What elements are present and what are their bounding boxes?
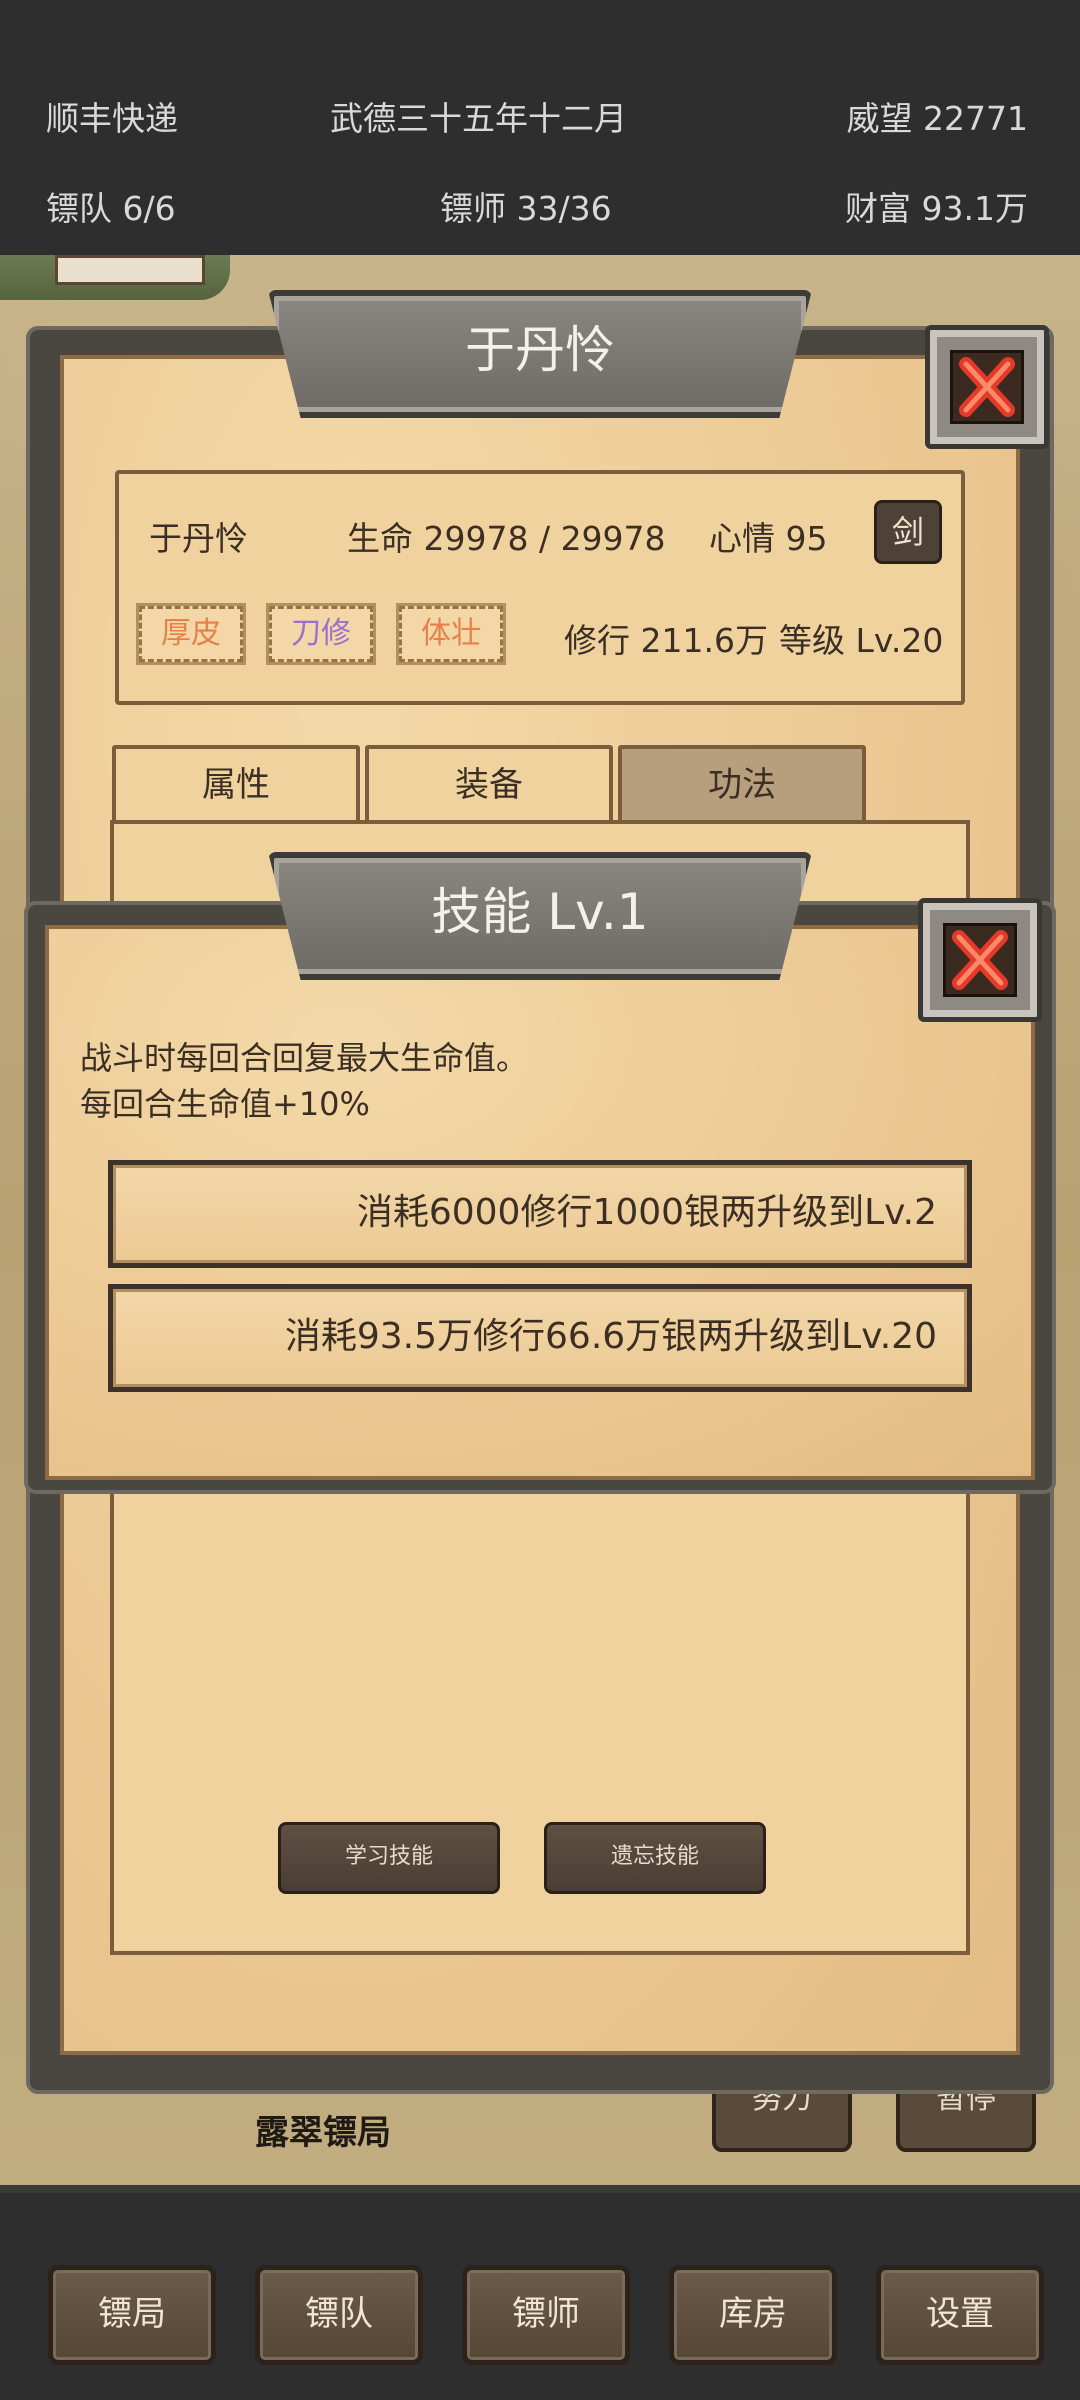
skill-popup-close-button[interactable] — [918, 898, 1042, 1022]
upgrade-next-level-button[interactable]: 消耗6000修行1000银两升级到Lv.2 — [108, 1160, 972, 1268]
teams-count: 镖队 6/6 — [46, 189, 176, 228]
guard-name: 于丹怜 — [149, 519, 248, 558]
forget-skill-button[interactable]: 遗忘技能 — [544, 1822, 766, 1894]
nav-escort-bureau[interactable]: 镖局 — [48, 2265, 216, 2365]
tab-skills[interactable]: 功法 — [618, 745, 866, 825]
skill-description-line: 每回合生命值+10% — [80, 1085, 370, 1123]
guard-window-title: 于丹怜 — [268, 290, 812, 418]
trait-tag[interactable]: 体壮 — [396, 603, 506, 665]
bottom-nav: 镖局 镖队 镖师 库房 设置 — [0, 2185, 1080, 2400]
weapon-sword-button[interactable]: 剑 — [874, 500, 942, 564]
trait-tag[interactable]: 刀修 — [266, 603, 376, 665]
map-building — [0, 255, 230, 300]
tab-attributes[interactable]: 属性 — [112, 745, 360, 825]
wealth-value: 财富 93.1万 — [845, 189, 1028, 228]
prestige-value: 威望 22771 — [846, 99, 1028, 138]
skill-description-line: 战斗时每回合回复最大生命值。 — [80, 1039, 529, 1077]
skill-description: 战斗时每回合回复最大生命值。 每回合生命值+10% — [80, 1035, 528, 1127]
guard-info-card: 于丹怜 生命 29978 / 29978 心情 95 剑 厚皮 刀修 体壮 修行… — [115, 470, 965, 705]
guards-count: 镖师 33/36 — [440, 189, 612, 228]
close-icon — [952, 930, 1008, 990]
learn-skill-button[interactable]: 学习技能 — [278, 1822, 500, 1894]
guard-cultivation: 修行 211.6万 — [564, 621, 768, 660]
company-name: 顺丰快递 — [46, 99, 178, 138]
upgrade-max-level-button[interactable]: 消耗93.5万修行66.6万银两升级到Lv.20 — [108, 1284, 972, 1392]
skill-popup-title: 技能 Lv.1 — [268, 852, 812, 980]
status-bar: 顺丰快递 武德三十五年十二月 威望 22771 镖队 6/6 镖师 33/36 … — [0, 0, 1080, 255]
close-icon — [959, 357, 1015, 417]
guard-mood: 心情 95 — [709, 519, 828, 558]
nav-settings[interactable]: 设置 — [876, 2265, 1044, 2365]
guard-life: 生命 29978 / 29978 — [347, 519, 666, 558]
trait-tag[interactable]: 厚皮 — [136, 603, 246, 665]
nav-escort-team[interactable]: 镖队 — [255, 2265, 423, 2365]
nav-escort-guards[interactable]: 镖师 — [462, 2265, 630, 2365]
game-date: 武德三十五年十二月 — [330, 99, 627, 138]
nav-warehouse[interactable]: 库房 — [669, 2265, 837, 2365]
guard-level: 等级 Lv.20 — [779, 621, 944, 660]
tab-equipment[interactable]: 装备 — [365, 745, 613, 825]
map-location-label: 露翠镖局 — [255, 2113, 391, 2153]
guard-window-close-button[interactable] — [925, 325, 1049, 449]
